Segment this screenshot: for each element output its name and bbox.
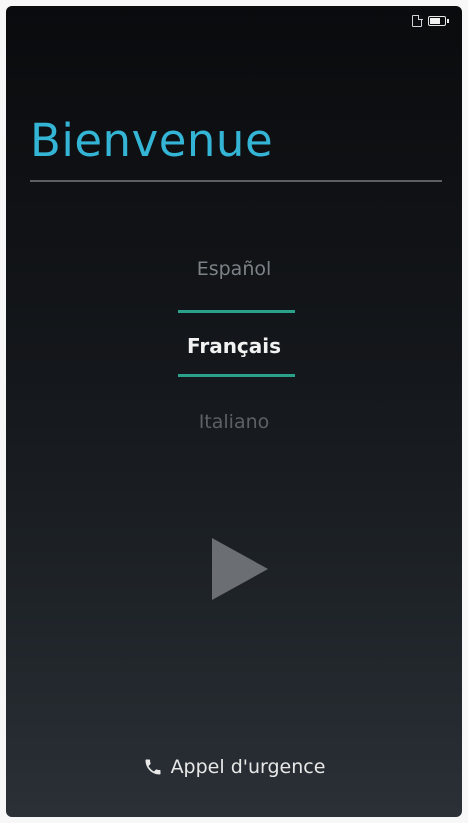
phone-icon (145, 759, 161, 775)
picker-selection-line-top (178, 310, 295, 313)
language-picker[interactable]: Español Français Italiano (6, 244, 462, 444)
play-icon (212, 538, 268, 600)
language-option-previous[interactable]: Español (6, 258, 462, 280)
title-divider (30, 180, 442, 182)
setup-screen: Bienvenue Español Français Italiano Appe… (6, 6, 462, 817)
battery-icon (428, 16, 449, 26)
status-icons (412, 15, 449, 27)
sim-icon (412, 15, 422, 27)
picker-selection-line-bottom (178, 374, 295, 377)
emergency-call-label: Appel d'urgence (170, 756, 326, 778)
welcome-title: Bienvenue (30, 114, 274, 167)
battery-level (430, 18, 440, 24)
start-button[interactable] (202, 534, 272, 604)
language-option-next[interactable]: Italiano (6, 411, 462, 433)
status-bar (6, 6, 462, 38)
emergency-call-button[interactable]: Appel d'urgence (6, 756, 462, 778)
language-option-selected[interactable]: Français (6, 334, 462, 358)
